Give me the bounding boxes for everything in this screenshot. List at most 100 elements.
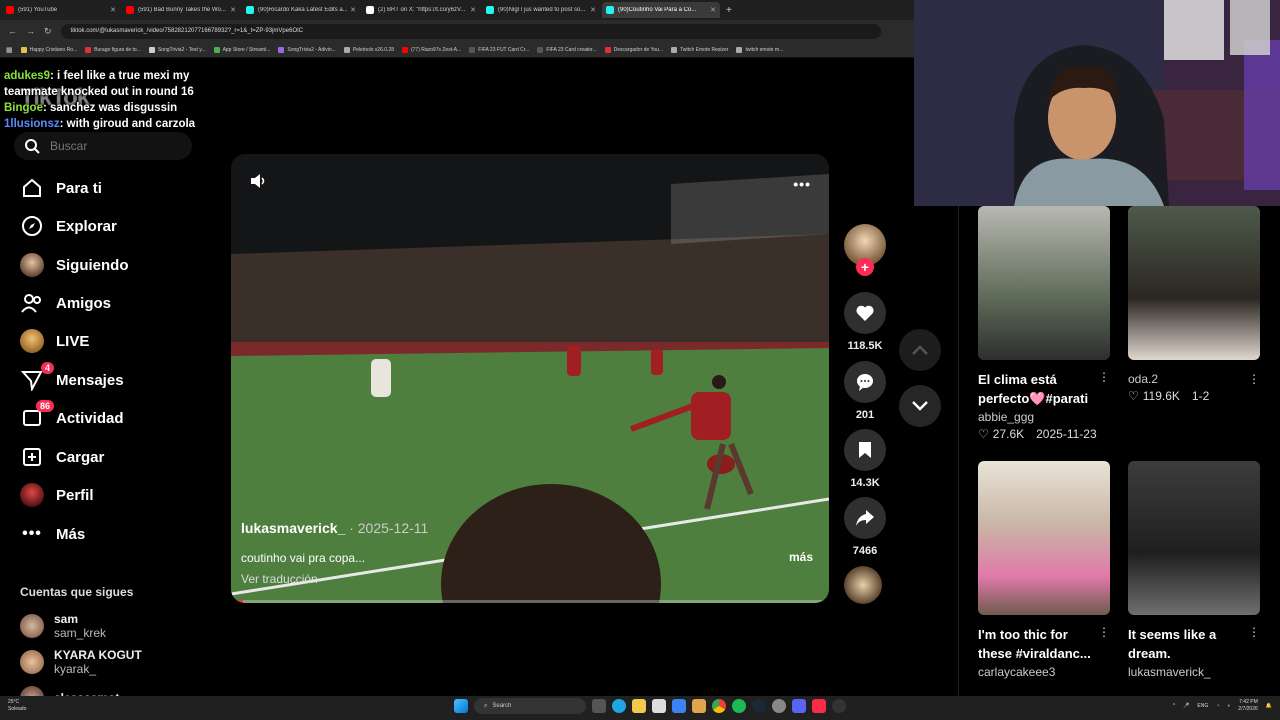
feed-video-card[interactable]: It seems like a dream. lukasmaverick_ ⋮ — [1128, 461, 1260, 679]
sidebar-item-amigos[interactable]: Amigos — [20, 291, 111, 315]
sidebar-item-live[interactable]: LIVE — [20, 329, 89, 353]
taskbar-search[interactable]: ⌕ Search — [474, 698, 586, 714]
video-thumbnail[interactable] — [978, 206, 1110, 360]
feed-video-card[interactable]: I'm too thic for these #viraldanc... carl… — [978, 461, 1110, 679]
browser-tab[interactable]: (591) YouTube ✕ — [2, 2, 120, 18]
store-icon[interactable] — [652, 699, 666, 713]
clock[interactable]: 7:42 PM 2/7/2026 — [1238, 699, 1257, 713]
creator-avatar-button[interactable]: + — [842, 224, 888, 276]
mail-icon[interactable] — [672, 699, 686, 713]
follow-plus-icon[interactable]: + — [856, 258, 874, 276]
chrome-profile-icon[interactable] — [772, 699, 786, 713]
video-author-name[interactable]: oda.2 — [1128, 372, 1260, 386]
video-author-name[interactable]: lukasmaverick_ — [1128, 665, 1260, 679]
translate-link[interactable]: Ver traducción — [241, 572, 318, 586]
bookmark-item[interactable]: Twitch Emote Resizer — [671, 46, 728, 53]
video-player[interactable]: ••• lukasmaverick_ · 2025-12-11 coutinho… — [231, 154, 829, 603]
video-title[interactable]: I'm too thic for these #viraldanc... — [978, 625, 1096, 663]
video-title[interactable]: It seems like a dream. — [1128, 625, 1246, 663]
search-input[interactable]: Buscar — [14, 132, 192, 160]
volume-tray-icon[interactable]: ◖ — [1227, 703, 1230, 709]
reload-icon[interactable]: ↻ — [44, 26, 52, 37]
card-options-icon[interactable]: ⋮ — [1098, 370, 1110, 384]
discord-icon[interactable] — [792, 699, 806, 713]
video-author[interactable]: lukasmaverick_ · 2025-12-11 — [241, 520, 428, 536]
followed-account[interactable]: sam sam_krek — [20, 612, 106, 640]
language-indicator[interactable]: ENG — [1197, 703, 1208, 709]
video-author-name[interactable]: lukasmaverick_ — [241, 520, 345, 536]
bookmark-item[interactable]: Burago figura de to... — [85, 46, 141, 53]
browser-tab[interactable]: (90)Nigl I jus wanted to post so... ✕ — [482, 2, 600, 18]
video-author-name[interactable]: abbie_ggg — [978, 410, 1110, 424]
steam-icon[interactable] — [752, 699, 766, 713]
sidebar-item-para-ti[interactable]: Para ti — [20, 176, 102, 200]
file-explorer-icon[interactable] — [632, 699, 646, 713]
bookmark-item[interactable]: (77) Razo97s Zest-A... — [401, 46, 461, 53]
card-options-icon[interactable]: ⋮ — [1098, 625, 1110, 639]
caption-more-link[interactable]: más — [789, 550, 813, 564]
bookmark-item[interactable]: App Store / Streaml... — [213, 46, 270, 53]
volume-icon[interactable] — [249, 172, 267, 190]
new-tab-button[interactable]: + — [726, 5, 732, 16]
mic-icon[interactable]: 🎤 — [1183, 703, 1189, 709]
sidebar-item-más[interactable]: ••• Más — [20, 522, 85, 546]
wifi-icon[interactable]: ◔ — [1216, 703, 1219, 709]
notification-bell-icon[interactable]: 🔔 — [1266, 703, 1272, 709]
save-button[interactable]: 14.3K — [842, 429, 888, 489]
sidebar-item-perfil[interactable]: Perfil — [20, 483, 94, 507]
bookmark-item[interactable]: SongTrivia2 - Adivin... — [278, 46, 336, 53]
video-title[interactable]: El clima está perfecto🩷#parati — [978, 370, 1096, 408]
browser-tab[interactable]: (591) Bad Bunny Takes the Wo... ✕ — [122, 2, 240, 18]
sidebar-item-explorar[interactable]: Explorar — [20, 214, 117, 238]
browser-tab[interactable]: (2) BRT on X: "https://t.co/y6zV... ✕ — [362, 2, 480, 18]
video-thumbnail[interactable] — [978, 461, 1110, 615]
browser-tab[interactable]: (90)Ricardo Kaká Latest Edits a... ✕ — [242, 2, 360, 18]
previous-video-button[interactable] — [899, 329, 941, 371]
next-video-button[interactable] — [899, 385, 941, 427]
bookmark-item[interactable]: Happy Cristiano Ro... — [20, 46, 77, 53]
browser-tab[interactable]: (90)Coutinho Vai Para a Co... ✕ — [602, 2, 720, 18]
close-tab-icon[interactable]: ✕ — [350, 6, 356, 14]
back-icon[interactable]: ← — [8, 26, 17, 36]
sidebar-item-mensajes[interactable]: 4 Mensajes — [20, 362, 124, 392]
card-options-icon[interactable]: ⋮ — [1248, 625, 1260, 639]
bookmark-item[interactable]: SongTrivia2 - Test y... — [148, 46, 206, 53]
close-tab-icon[interactable]: ✕ — [470, 6, 476, 14]
close-tab-icon[interactable]: ✕ — [710, 6, 716, 14]
spotify-icon[interactable] — [732, 699, 746, 713]
video-author-name[interactable]: carlaycakeee3 — [978, 665, 1110, 679]
edge-icon[interactable] — [612, 699, 626, 713]
video-thumbnail[interactable] — [1128, 206, 1260, 360]
feed-video-card[interactable]: oda.2 ♡ 119.6K 1-2 ⋮ — [1128, 206, 1260, 403]
followed-account[interactable]: KYARA KOGUT kyarak_ — [20, 648, 142, 676]
close-tab-icon[interactable]: ✕ — [590, 6, 596, 14]
weather-widget[interactable]: 25°C Soleado — [8, 699, 26, 713]
sidebar-item-cargar[interactable]: Cargar — [20, 445, 104, 469]
windows-start-icon[interactable] — [454, 699, 468, 713]
bookmark-item[interactable]: Descargador de You... — [604, 46, 663, 53]
obs-icon[interactable] — [832, 699, 846, 713]
music-disc-icon[interactable] — [844, 566, 882, 604]
comment-button[interactable]: 201 — [842, 361, 888, 421]
task-view-icon[interactable] — [592, 699, 606, 713]
video-thumbnail[interactable] — [1128, 461, 1260, 615]
close-tab-icon[interactable]: ✕ — [230, 6, 236, 14]
video-progress-bar[interactable] — [231, 600, 829, 603]
close-tab-icon[interactable]: ✕ — [110, 6, 116, 14]
bookmark-item[interactable]: FIFA 23 FUT Card Cr... — [469, 46, 529, 53]
forward-icon[interactable]: → — [26, 26, 35, 36]
like-button[interactable]: 118.5K — [842, 292, 888, 352]
photos-icon[interactable] — [692, 699, 706, 713]
url-field[interactable]: tiktok.com/@lukasmaverick_/video/7582821… — [60, 23, 881, 39]
apps-icon[interactable]: ▦ — [6, 46, 13, 54]
bookmark-item[interactable]: FIFA 23 Card creator... — [537, 46, 597, 53]
bookmark-item[interactable]: twitch emote m... — [736, 46, 783, 53]
feed-video-card[interactable]: El clima está perfecto🩷#parati abbie_ggg ♡… — [978, 206, 1110, 441]
bookmark-item[interactable]: Peletools v26.0.28 — [343, 46, 394, 53]
music-icon[interactable] — [812, 699, 826, 713]
card-options-icon[interactable]: ⋮ — [1248, 372, 1260, 386]
video-more-options-icon[interactable]: ••• — [793, 176, 811, 192]
chrome-icon[interactable] — [712, 699, 726, 713]
tray-chevron-icon[interactable]: ^ — [1173, 703, 1175, 709]
share-button[interactable]: 7466 — [842, 497, 888, 557]
